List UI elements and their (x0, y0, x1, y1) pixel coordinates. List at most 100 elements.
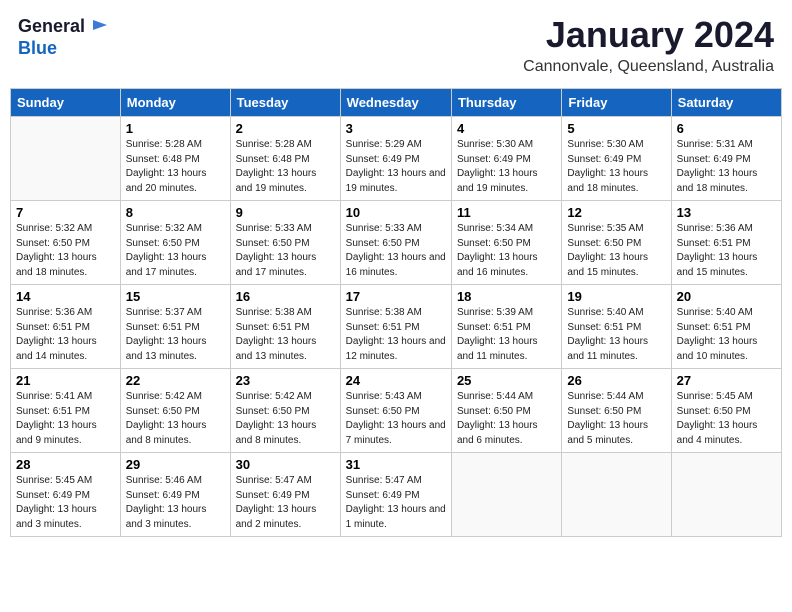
day-info: Sunrise: 5:44 AM Sunset: 6:50 PM Dayligh… (567, 390, 665, 448)
day-number: 25 (457, 373, 556, 388)
day-info: Sunrise: 5:31 AM Sunset: 6:49 PM Dayligh… (677, 138, 776, 196)
calendar-cell: 20 Sunrise: 5:40 AM Sunset: 6:51 PM Dayli… (671, 285, 781, 369)
day-number: 4 (457, 121, 556, 136)
day-number: 18 (457, 289, 556, 304)
logo-text: General (18, 17, 85, 37)
day-info: Sunrise: 5:42 AM Sunset: 6:50 PM Dayligh… (126, 390, 225, 448)
header: General Blue January 2024 Cannonvale, Qu… (10, 10, 782, 80)
subtitle: Cannonvale, Queensland, Australia (523, 58, 774, 76)
weekday-header-monday: Monday (120, 89, 230, 117)
day-number: 21 (16, 373, 115, 388)
day-number: 6 (677, 121, 776, 136)
calendar-cell: 30Sunrise: 5:47 AM Sunset: 6:49 PM Dayli… (230, 453, 340, 537)
day-info: Sunrise: 5:29 AM Sunset: 6:49 PM Dayligh… (346, 138, 446, 196)
day-number: 17 (346, 289, 446, 304)
calendar-cell: 24 Sunrise: 5:43 AM Sunset: 6:50 PM Dayli… (340, 369, 451, 453)
calendar-cell (671, 453, 781, 537)
day-info: Sunrise: 5:30 AM Sunset: 6:49 PM Dayligh… (457, 138, 556, 196)
day-number: 26 (567, 373, 665, 388)
day-info: Sunrise: 5:33 AM Sunset: 6:50 PM Dayligh… (346, 222, 446, 280)
day-info: Sunrise: 5:38 AM Sunset: 6:51 PM Dayligh… (236, 306, 335, 364)
week-row-2: 7 Sunrise: 5:32 AM Sunset: 6:50 PM Daylig… (11, 201, 782, 285)
day-number: 28 (16, 457, 115, 472)
weekday-header-wednesday: Wednesday (340, 89, 451, 117)
day-number: 29 (126, 457, 225, 472)
day-number: 11 (457, 205, 556, 220)
calendar-cell: 9Sunrise: 5:33 AM Sunset: 6:50 PM Daylig… (230, 201, 340, 285)
calendar-cell: 13 Sunrise: 5:36 AM Sunset: 6:51 PM Dayli… (671, 201, 781, 285)
day-number: 27 (677, 373, 776, 388)
day-info: Sunrise: 5:34 AM Sunset: 6:50 PM Dayligh… (457, 222, 556, 280)
weekday-header-saturday: Saturday (671, 89, 781, 117)
calendar-cell: 7 Sunrise: 5:32 AM Sunset: 6:50 PM Daylig… (11, 201, 121, 285)
day-number: 10 (346, 205, 446, 220)
day-number: 14 (16, 289, 115, 304)
calendar-cell: 31Sunrise: 5:47 AM Sunset: 6:49 PM Dayli… (340, 453, 451, 537)
day-info: Sunrise: 5:40 AM Sunset: 6:51 PM Dayligh… (677, 306, 776, 364)
calendar-cell: 6 Sunrise: 5:31 AM Sunset: 6:49 PM Daylig… (671, 117, 781, 201)
day-number: 24 (346, 373, 446, 388)
weekday-header-friday: Friday (562, 89, 671, 117)
calendar-cell: 11 Sunrise: 5:34 AM Sunset: 6:50 PM Dayli… (451, 201, 561, 285)
day-info: Sunrise: 5:46 AM Sunset: 6:49 PM Dayligh… (126, 474, 225, 532)
day-number: 31 (346, 457, 446, 472)
calendar-cell: 2Sunrise: 5:28 AM Sunset: 6:48 PM Daylig… (230, 117, 340, 201)
calendar: SundayMondayTuesdayWednesdayThursdayFrid… (10, 88, 782, 537)
day-number: 12 (567, 205, 665, 220)
calendar-cell: 23Sunrise: 5:42 AM Sunset: 6:50 PM Dayli… (230, 369, 340, 453)
weekday-header-row: SundayMondayTuesdayWednesdayThursdayFrid… (11, 89, 782, 117)
day-info: Sunrise: 5:39 AM Sunset: 6:51 PM Dayligh… (457, 306, 556, 364)
weekday-header-tuesday: Tuesday (230, 89, 340, 117)
calendar-cell: 17 Sunrise: 5:38 AM Sunset: 6:51 PM Dayli… (340, 285, 451, 369)
day-info: Sunrise: 5:32 AM Sunset: 6:50 PM Dayligh… (16, 222, 115, 280)
day-number: 20 (677, 289, 776, 304)
calendar-cell: 27 Sunrise: 5:45 AM Sunset: 6:50 PM Dayli… (671, 369, 781, 453)
weekday-header-sunday: Sunday (11, 89, 121, 117)
calendar-cell: 12 Sunrise: 5:35 AM Sunset: 6:50 PM Dayli… (562, 201, 671, 285)
day-info: Sunrise: 5:36 AM Sunset: 6:51 PM Dayligh… (677, 222, 776, 280)
week-row-4: 21 Sunrise: 5:41 AM Sunset: 6:51 PM Dayli… (11, 369, 782, 453)
logo-arrow-icon (89, 16, 107, 39)
day-info: Sunrise: 5:37 AM Sunset: 6:51 PM Dayligh… (126, 306, 225, 364)
day-number: 2 (236, 121, 335, 136)
calendar-cell (451, 453, 561, 537)
day-info: Sunrise: 5:44 AM Sunset: 6:50 PM Dayligh… (457, 390, 556, 448)
day-info: Sunrise: 5:28 AM Sunset: 6:48 PM Dayligh… (126, 138, 225, 196)
day-info: Sunrise: 5:38 AM Sunset: 6:51 PM Dayligh… (346, 306, 446, 364)
calendar-cell: 25 Sunrise: 5:44 AM Sunset: 6:50 PM Dayli… (451, 369, 561, 453)
day-number: 3 (346, 121, 446, 136)
day-number: 23 (236, 373, 335, 388)
day-info: Sunrise: 5:33 AM Sunset: 6:50 PM Dayligh… (236, 222, 335, 280)
calendar-cell: 3 Sunrise: 5:29 AM Sunset: 6:49 PM Daylig… (340, 117, 451, 201)
month-title: January 2024 (523, 14, 774, 56)
week-row-1: 1Sunrise: 5:28 AM Sunset: 6:48 PM Daylig… (11, 117, 782, 201)
calendar-cell (11, 117, 121, 201)
day-number: 19 (567, 289, 665, 304)
calendar-cell: 4 Sunrise: 5:30 AM Sunset: 6:49 PM Daylig… (451, 117, 561, 201)
day-info: Sunrise: 5:36 AM Sunset: 6:51 PM Dayligh… (16, 306, 115, 364)
day-info: Sunrise: 5:35 AM Sunset: 6:50 PM Dayligh… (567, 222, 665, 280)
calendar-cell: 16 Sunrise: 5:38 AM Sunset: 6:51 PM Dayli… (230, 285, 340, 369)
calendar-cell: 26 Sunrise: 5:44 AM Sunset: 6:50 PM Dayli… (562, 369, 671, 453)
day-number: 16 (236, 289, 335, 304)
day-info: Sunrise: 5:45 AM Sunset: 6:50 PM Dayligh… (677, 390, 776, 448)
calendar-cell: 14 Sunrise: 5:36 AM Sunset: 6:51 PM Dayli… (11, 285, 121, 369)
logo: General Blue (18, 14, 107, 59)
week-row-3: 14 Sunrise: 5:36 AM Sunset: 6:51 PM Dayli… (11, 285, 782, 369)
day-info: Sunrise: 5:32 AM Sunset: 6:50 PM Dayligh… (126, 222, 225, 280)
calendar-cell: 5Sunrise: 5:30 AM Sunset: 6:49 PM Daylig… (562, 117, 671, 201)
day-number: 13 (677, 205, 776, 220)
day-info: Sunrise: 5:41 AM Sunset: 6:51 PM Dayligh… (16, 390, 115, 448)
calendar-cell (562, 453, 671, 537)
calendar-cell: 21 Sunrise: 5:41 AM Sunset: 6:51 PM Dayli… (11, 369, 121, 453)
logo-blue: Blue (18, 38, 57, 58)
title-area: January 2024 Cannonvale, Queensland, Aus… (523, 14, 774, 76)
day-info: Sunrise: 5:43 AM Sunset: 6:50 PM Dayligh… (346, 390, 446, 448)
day-number: 15 (126, 289, 225, 304)
day-number: 5 (567, 121, 665, 136)
day-number: 7 (16, 205, 115, 220)
calendar-cell: 29 Sunrise: 5:46 AM Sunset: 6:49 PM Dayli… (120, 453, 230, 537)
day-info: Sunrise: 5:47 AM Sunset: 6:49 PM Dayligh… (236, 474, 335, 532)
calendar-cell: 18 Sunrise: 5:39 AM Sunset: 6:51 PM Dayli… (451, 285, 561, 369)
week-row-5: 28Sunrise: 5:45 AM Sunset: 6:49 PM Dayli… (11, 453, 782, 537)
